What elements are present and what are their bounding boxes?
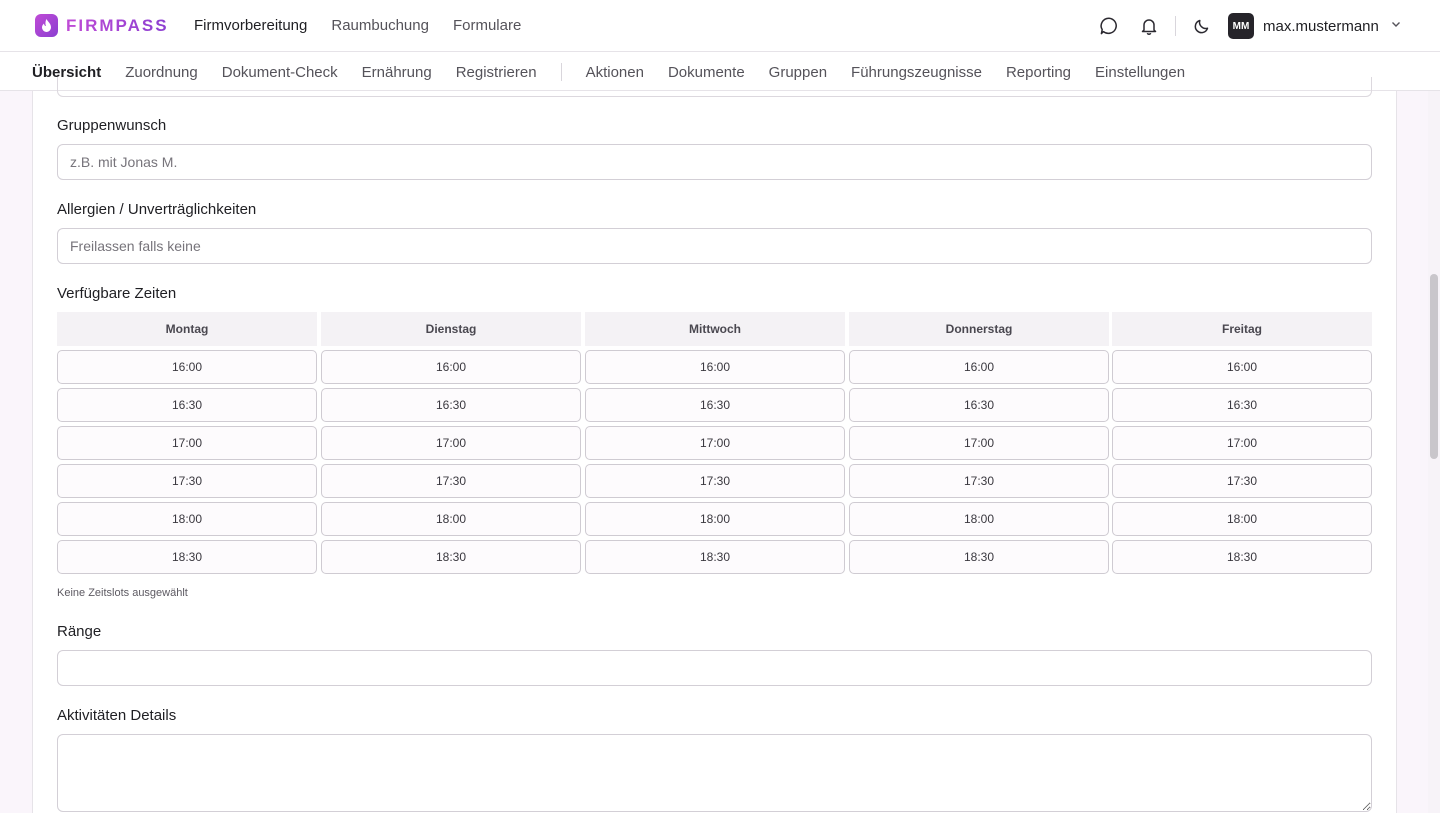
- user-name: max.mustermann: [1263, 17, 1379, 35]
- ranks-input[interactable]: [57, 650, 1372, 686]
- app-name: FIRMPASS: [66, 15, 169, 35]
- time-slot-button[interactable]: 17:00: [849, 426, 1109, 460]
- time-slot-button[interactable]: 17:30: [321, 464, 581, 498]
- time-slot-button[interactable]: 16:00: [321, 350, 581, 384]
- time-slot-button[interactable]: 18:00: [1112, 502, 1372, 536]
- time-slot-button[interactable]: 16:00: [57, 350, 317, 384]
- time-slot-button[interactable]: 16:30: [321, 388, 581, 422]
- activities-textarea[interactable]: [57, 734, 1372, 812]
- time-slot-button[interactable]: 18:00: [585, 502, 845, 536]
- time-slot-button[interactable]: 16:00: [585, 350, 845, 384]
- time-slot-helper-text: Keine Zeitslots ausgewählt: [57, 587, 188, 599]
- available-times-label: Verfügbare Zeiten: [57, 285, 177, 302]
- time-slot-button[interactable]: 17:00: [1112, 426, 1372, 460]
- day-header-montag: Montag: [57, 312, 317, 346]
- chevron-down-icon: [1390, 17, 1402, 35]
- time-slot-button[interactable]: 16:30: [849, 388, 1109, 422]
- main-nav-formulare[interactable]: Formulare: [453, 17, 521, 34]
- time-slot-button[interactable]: 17:30: [585, 464, 845, 498]
- main-nav-firmvorbereitung[interactable]: Firmvorbereitung: [194, 17, 307, 34]
- time-slot-button[interactable]: 18:30: [1112, 540, 1372, 574]
- group-wish-input[interactable]: [57, 144, 1372, 180]
- previous-field-input[interactable]: [57, 77, 1372, 97]
- main-nav-raumbuchung[interactable]: Raumbuchung: [331, 17, 429, 34]
- time-slot-button[interactable]: 18:00: [321, 502, 581, 536]
- flame-icon: [35, 14, 58, 37]
- time-slot-button[interactable]: 18:30: [321, 540, 581, 574]
- user-menu[interactable]: MM max.mustermann: [1228, 13, 1402, 39]
- day-header-mittwoch: Mittwoch: [585, 312, 845, 346]
- time-slot-button[interactable]: 16:30: [585, 388, 845, 422]
- time-slot-button[interactable]: 16:30: [57, 388, 317, 422]
- ranks-label: Ränge: [57, 623, 102, 640]
- time-slot-button[interactable]: 18:00: [57, 502, 317, 536]
- form-card: Gruppenwunsch Allergien / Unverträglichk…: [32, 77, 1397, 813]
- avatar: MM: [1228, 13, 1254, 39]
- scrollbar-thumb[interactable]: [1430, 274, 1438, 459]
- time-slot-button[interactable]: 16:00: [1112, 350, 1372, 384]
- app-logo[interactable]: FIRMPASS: [35, 14, 169, 37]
- time-slot-button[interactable]: 18:30: [57, 540, 317, 574]
- chat-icon[interactable]: [1098, 15, 1120, 37]
- moon-icon[interactable]: [1191, 15, 1213, 37]
- allergies-input[interactable]: [57, 228, 1372, 264]
- time-slot-button[interactable]: 18:00: [849, 502, 1109, 536]
- header-divider: [1175, 16, 1176, 36]
- day-header-freitag: Freitag: [1112, 312, 1372, 346]
- scrollbar[interactable]: [1428, 91, 1440, 813]
- day-header-donnerstag: Donnerstag: [849, 312, 1109, 346]
- bell-icon[interactable]: [1138, 15, 1160, 37]
- top-header: FIRMPASS Firmvorbereitung Raumbuchung Fo…: [0, 0, 1440, 52]
- time-slot-button[interactable]: 16:30: [1112, 388, 1372, 422]
- time-slot-button[interactable]: 17:00: [585, 426, 845, 460]
- time-slot-button[interactable]: 17:30: [1112, 464, 1372, 498]
- time-slot-button[interactable]: 18:30: [585, 540, 845, 574]
- time-slot-button[interactable]: 17:30: [57, 464, 317, 498]
- time-slot-button[interactable]: 17:00: [57, 426, 317, 460]
- time-slot-button[interactable]: 17:30: [849, 464, 1109, 498]
- day-header-dienstag: Dienstag: [321, 312, 581, 346]
- time-slot-button[interactable]: 17:00: [321, 426, 581, 460]
- main-nav: Firmvorbereitung Raumbuchung Formulare: [194, 17, 521, 34]
- allergies-label: Allergien / Unverträglichkeiten: [57, 201, 257, 218]
- activities-label: Aktivitäten Details: [57, 707, 177, 724]
- time-slot-button[interactable]: 18:30: [849, 540, 1109, 574]
- time-slot-button[interactable]: 16:00: [849, 350, 1109, 384]
- group-wish-label: Gruppenwunsch: [57, 117, 167, 134]
